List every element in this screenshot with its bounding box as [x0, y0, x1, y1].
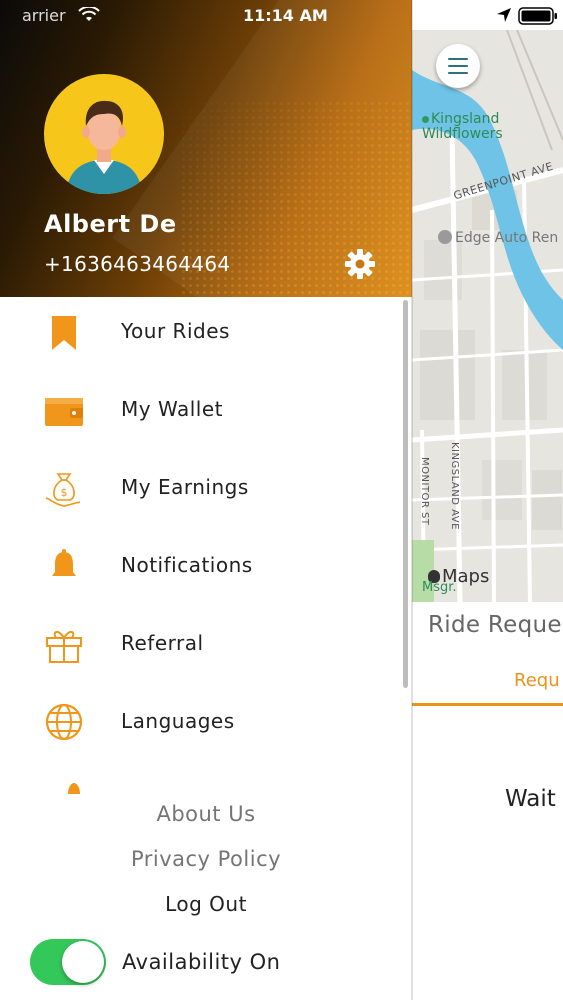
ride-request-title: Ride Reque	[428, 612, 562, 638]
scrollbar[interactable]	[403, 300, 408, 688]
toggle-knob	[62, 941, 104, 983]
location-arrow-icon	[497, 8, 511, 22]
availability-toggle[interactable]	[30, 939, 106, 985]
tab-requests[interactable]: Requ	[514, 670, 560, 691]
globe-icon	[45, 703, 83, 741]
carrier-label: arrier	[22, 6, 66, 25]
map-view[interactable]: Kingsland Wildflowers GREENPOINT AVE Edge…	[412, 30, 563, 602]
user-phone: +1636463464464	[44, 252, 231, 276]
menu-item-languages[interactable]: Languages	[0, 685, 400, 763]
menu-item-your-rides[interactable]: Your Rides	[0, 295, 400, 373]
menu-item-notifications[interactable]: Notifications	[0, 529, 400, 607]
drawer-shadow-edge	[411, 0, 413, 1000]
park-pin-icon	[422, 116, 429, 123]
user-name: Albert De	[44, 210, 177, 238]
map-street-kingsland-ave: KINGSLAND AVE	[449, 442, 460, 530]
navigation-drawer: arrier 11:14 AM Albert De +1636463464464	[0, 0, 412, 1000]
svg-text:$: $	[61, 486, 68, 499]
gear-icon[interactable]	[344, 248, 376, 280]
menu-item-my-wallet[interactable]: My Wallet	[0, 373, 400, 451]
map-label-edge-auto: Edge Auto Ren	[455, 230, 559, 246]
battery-icon	[518, 7, 557, 25]
map-poi-edge-auto[interactable]: Edge Auto Ren	[438, 230, 558, 246]
user-avatar-icon	[66, 100, 142, 194]
hamburger-menu-button[interactable]	[436, 44, 480, 88]
menu-label: My Wallet	[121, 397, 223, 421]
log-out-button[interactable]: Log Out	[0, 892, 412, 916]
menu-icon	[448, 58, 468, 60]
status-time: 11:14 AM	[243, 6, 328, 25]
ride-status-text: Wait	[505, 786, 556, 812]
tab-underline	[412, 703, 563, 706]
map-label-msgr: Msgr.	[422, 580, 457, 595]
avatar[interactable]	[44, 74, 164, 194]
menu-label: Notifications	[121, 553, 253, 577]
bookmark-icon	[52, 316, 76, 350]
right-status-bar	[412, 0, 563, 30]
menu-item-referral[interactable]: Referral	[0, 607, 400, 685]
wifi-icon	[78, 7, 100, 21]
menu-label: Languages	[121, 709, 235, 733]
menu-item-my-earnings[interactable]: $ My Earnings	[0, 451, 400, 529]
map-poi-kingsland-wildflowers[interactable]: Kingsland Wildflowers	[422, 112, 503, 142]
map-label-kingsland: Kingsland	[431, 111, 500, 127]
car-pin-icon	[438, 230, 452, 244]
about-us-link[interactable]: About Us	[0, 802, 412, 826]
profile-header: arrier 11:14 AM Albert De +1636463464464	[0, 0, 412, 297]
wallet-icon	[45, 398, 83, 426]
map-street-monitor-st: MONITOR ST	[419, 457, 430, 526]
bell-icon	[52, 549, 76, 576]
gift-icon	[46, 631, 82, 663]
bell-icon-partial	[68, 783, 80, 794]
money-bag-icon: $	[45, 473, 81, 507]
menu-label: Referral	[121, 631, 204, 655]
availability-label: Availability On	[122, 950, 281, 974]
menu-label: My Earnings	[121, 475, 249, 499]
menu-label: Your Rides	[121, 319, 230, 343]
privacy-policy-link[interactable]: Privacy Policy	[0, 847, 412, 871]
map-label-wildflowers: Wildflowers	[422, 126, 503, 142]
